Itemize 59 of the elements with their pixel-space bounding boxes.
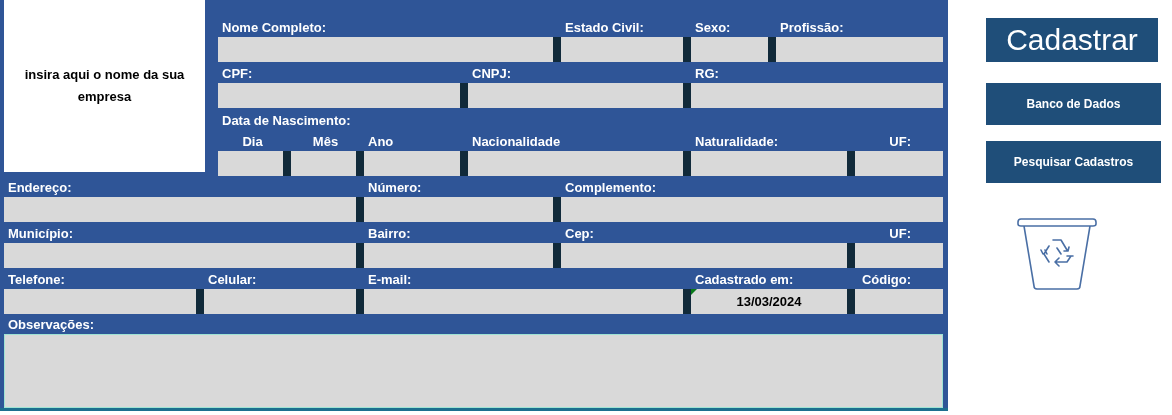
recycle-bin-icon[interactable] bbox=[1017, 216, 1097, 290]
input-field[interactable] bbox=[855, 151, 943, 176]
field-label: Nacionalidade bbox=[472, 133, 561, 151]
input-field[interactable] bbox=[468, 83, 683, 108]
input-field[interactable] bbox=[364, 151, 460, 176]
input-field[interactable] bbox=[364, 243, 553, 268]
input-field[interactable] bbox=[561, 37, 683, 62]
field-label: Mês bbox=[312, 133, 339, 151]
input-field[interactable] bbox=[364, 289, 683, 314]
field-label: Profissão: bbox=[780, 19, 844, 37]
notes-field[interactable] bbox=[4, 334, 943, 408]
field-label: RG: bbox=[695, 65, 719, 83]
input-field[interactable] bbox=[218, 37, 553, 62]
field-label: Código: bbox=[861, 271, 911, 289]
field-label: Endereço: bbox=[8, 179, 72, 197]
input-field[interactable] bbox=[4, 243, 356, 268]
field-label: Ano bbox=[368, 133, 394, 151]
input-field[interactable] bbox=[691, 37, 768, 62]
input-field[interactable] bbox=[855, 243, 943, 268]
field-label: Sexo: bbox=[695, 19, 731, 37]
input-field[interactable] bbox=[468, 151, 683, 176]
field-label: Observações: bbox=[8, 316, 94, 335]
field-label: Município: bbox=[8, 225, 73, 243]
input-field[interactable] bbox=[855, 289, 943, 314]
logo-placeholder[interactable]: insira aqui o nome da sua empresa bbox=[4, 0, 205, 172]
field-label: Dia bbox=[242, 133, 263, 151]
input-field[interactable] bbox=[561, 243, 847, 268]
field-label: Cadastrado em: bbox=[695, 271, 794, 289]
input-field[interactable] bbox=[291, 151, 356, 176]
cell-marker-icon bbox=[691, 289, 697, 295]
input-field[interactable] bbox=[776, 37, 943, 62]
field-label: Número: bbox=[368, 179, 422, 197]
field-label: CNPJ: bbox=[472, 65, 511, 83]
field-label: Cep: bbox=[565, 225, 594, 243]
input-field[interactable] bbox=[364, 197, 553, 222]
field-label: Telefone: bbox=[8, 271, 65, 289]
field-label: Bairro: bbox=[368, 225, 411, 243]
field-label: Nome Completo: bbox=[222, 19, 326, 37]
menu-button[interactable]: Pesquisar Cadastros bbox=[986, 141, 1161, 183]
field-label: Naturalidade: bbox=[695, 133, 779, 151]
field-label: UF: bbox=[889, 133, 911, 151]
input-field[interactable] bbox=[218, 151, 283, 176]
input-field[interactable] bbox=[561, 197, 943, 222]
menu-button[interactable]: Banco de Dados bbox=[986, 83, 1161, 125]
input-field[interactable] bbox=[4, 197, 356, 222]
field-label: Complemento: bbox=[565, 179, 656, 197]
input-field[interactable] bbox=[218, 83, 460, 108]
field-label: UF: bbox=[889, 225, 911, 243]
field-label: E-mail: bbox=[368, 271, 412, 289]
field-label: CPF: bbox=[222, 65, 253, 83]
input-field[interactable] bbox=[691, 151, 847, 176]
input-field[interactable] bbox=[691, 83, 943, 108]
input-field[interactable] bbox=[204, 289, 356, 314]
field-label: Celular: bbox=[208, 271, 257, 289]
register-button[interactable]: Cadastrar bbox=[986, 18, 1158, 62]
input-field[interactable]: 13/03/2024 bbox=[691, 289, 847, 314]
field-label: Estado Civil: bbox=[565, 19, 644, 37]
section-heading: Data de Nascimento: bbox=[222, 112, 351, 130]
input-field[interactable] bbox=[4, 289, 196, 314]
